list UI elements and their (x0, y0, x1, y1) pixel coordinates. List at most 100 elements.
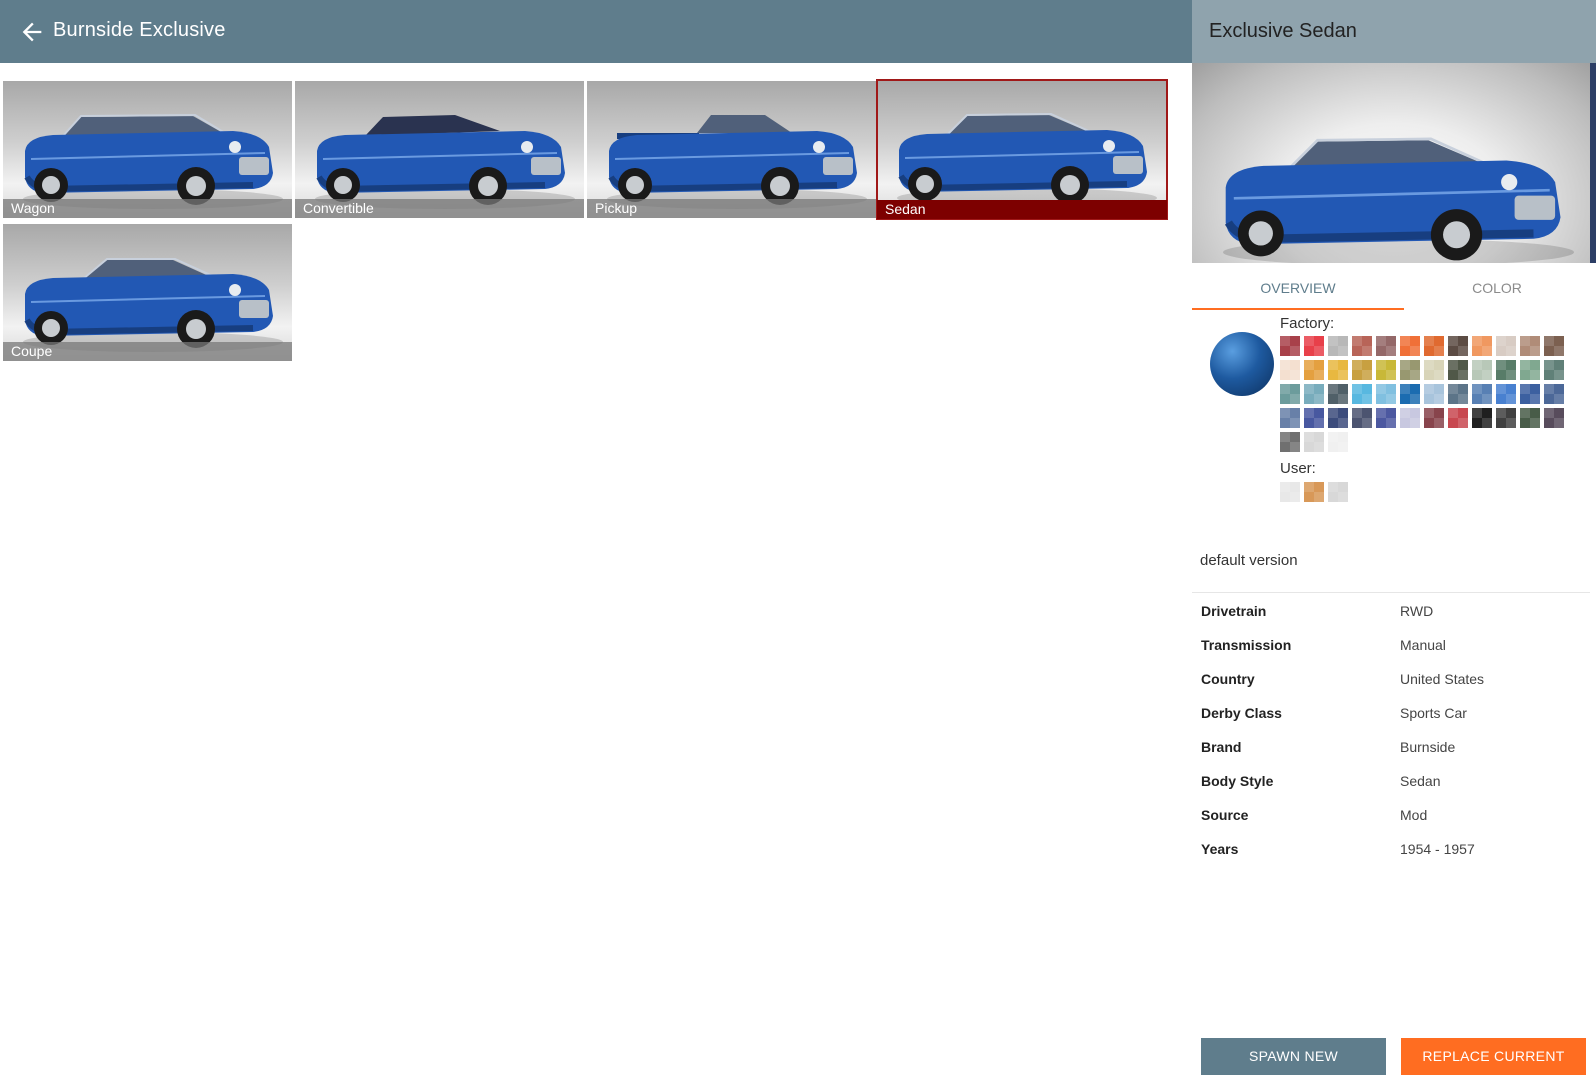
spec-value: Sedan (1400, 773, 1441, 789)
factory-color-swatch[interactable] (1328, 384, 1348, 404)
spec-row-transmission: Transmission Manual (1192, 628, 1590, 662)
factory-color-swatch[interactable] (1328, 432, 1348, 452)
spec-row-brand: Brand Burnside (1192, 730, 1590, 764)
factory-color-swatch[interactable] (1544, 384, 1564, 404)
factory-color-swatch[interactable] (1352, 384, 1372, 404)
config-label: Wagon (3, 199, 292, 218)
spec-row-years: Years 1954 - 1957 (1192, 832, 1590, 866)
factory-color-swatch[interactable] (1520, 360, 1540, 380)
factory-color-swatch[interactable] (1424, 336, 1444, 356)
factory-color-swatch[interactable] (1448, 360, 1468, 380)
factory-color-swatch[interactable] (1376, 408, 1396, 428)
factory-color-swatch[interactable] (1352, 408, 1372, 428)
factory-color-swatch[interactable] (1400, 360, 1420, 380)
factory-color-swatch[interactable] (1496, 408, 1516, 428)
user-color-grid (1280, 482, 1370, 502)
factory-color-swatch[interactable] (1520, 384, 1540, 404)
version-label: default version (1200, 552, 1298, 569)
factory-color-swatch[interactable] (1448, 408, 1468, 428)
spec-row-drivetrain: Drivetrain RWD (1192, 594, 1590, 628)
scrollbar[interactable] (1590, 63, 1596, 263)
factory-color-swatch[interactable] (1544, 360, 1564, 380)
factory-color-swatch[interactable] (1280, 336, 1300, 356)
detail-tabs: OVERVIEW COLOR (1192, 266, 1590, 310)
factory-color-swatch[interactable] (1520, 408, 1540, 428)
factory-color-swatch[interactable] (1352, 336, 1372, 356)
factory-color-swatch[interactable] (1400, 408, 1420, 428)
detail-header: Exclusive Sedan (1192, 0, 1596, 63)
factory-color-swatch[interactable] (1280, 408, 1300, 428)
factory-color-swatch[interactable] (1280, 384, 1300, 404)
spec-key: Derby Class (1201, 705, 1282, 721)
factory-color-swatch[interactable] (1376, 360, 1396, 380)
spec-value: 1954 - 1957 (1400, 841, 1475, 857)
user-colors-label: User: (1280, 460, 1316, 477)
config-tile-wagon[interactable]: Wagon (3, 81, 292, 218)
spec-row-source: Source Mod (1192, 798, 1590, 832)
factory-color-swatch[interactable] (1496, 384, 1516, 404)
factory-color-swatch[interactable] (1448, 384, 1468, 404)
factory-color-swatch[interactable] (1328, 408, 1348, 428)
car-thumbnail (23, 258, 283, 352)
factory-color-swatch[interactable] (1472, 336, 1492, 356)
user-color-swatch[interactable] (1304, 482, 1324, 502)
factory-color-swatch[interactable] (1280, 360, 1300, 380)
factory-color-swatch[interactable] (1376, 384, 1396, 404)
config-tile-coupe[interactable]: Coupe (3, 224, 292, 361)
replace-current-button[interactable]: REPLACE CURRENT (1401, 1038, 1586, 1075)
factory-color-swatch[interactable] (1304, 384, 1324, 404)
factory-color-swatch[interactable] (1520, 336, 1540, 356)
factory-color-swatch[interactable] (1400, 336, 1420, 356)
config-label: Sedan (877, 200, 1167, 219)
factory-color-swatch[interactable] (1424, 360, 1444, 380)
user-color-swatch[interactable] (1328, 482, 1348, 502)
config-tile-sedan[interactable]: Sedan (876, 79, 1168, 220)
user-color-swatch[interactable] (1280, 482, 1300, 502)
factory-color-swatch[interactable] (1376, 336, 1396, 356)
spec-value: Manual (1400, 637, 1446, 653)
detail-title: Exclusive Sedan (1209, 20, 1357, 42)
factory-color-swatch[interactable] (1280, 432, 1300, 452)
factory-color-swatch[interactable] (1352, 360, 1372, 380)
factory-color-swatch[interactable] (1304, 432, 1324, 452)
spec-key: Transmission (1201, 637, 1292, 653)
factory-color-swatch[interactable] (1424, 384, 1444, 404)
spec-row-country: Country United States (1192, 662, 1590, 696)
spec-value: Sports Car (1400, 705, 1467, 721)
tab-color[interactable]: COLOR (1391, 266, 1596, 310)
factory-color-swatch[interactable] (1304, 408, 1324, 428)
factory-color-swatch[interactable] (1472, 408, 1492, 428)
current-color-preview[interactable] (1210, 332, 1274, 396)
spec-row-derby-class: Derby Class Sports Car (1192, 696, 1590, 730)
factory-color-swatch[interactable] (1424, 408, 1444, 428)
config-label: Coupe (3, 342, 292, 361)
factory-color-swatch[interactable] (1544, 336, 1564, 356)
config-label: Pickup (587, 199, 876, 218)
tab-overview[interactable]: OVERVIEW (1192, 266, 1404, 310)
factory-color-swatch[interactable] (1496, 360, 1516, 380)
factory-color-swatch[interactable] (1496, 336, 1516, 356)
spawn-new-button[interactable]: SPAWN NEW (1201, 1038, 1386, 1075)
factory-color-swatch[interactable] (1328, 360, 1348, 380)
config-panel: Burnside Exclusive Wagon Convertible Pic… (0, 0, 1192, 1080)
config-tile-convertible[interactable]: Convertible (295, 81, 584, 218)
spec-key: Drivetrain (1201, 603, 1267, 619)
divider (1192, 592, 1590, 593)
spec-key: Years (1201, 841, 1239, 857)
factory-color-swatch[interactable] (1304, 360, 1324, 380)
factory-color-swatch[interactable] (1472, 360, 1492, 380)
factory-color-swatch[interactable] (1472, 384, 1492, 404)
factory-color-swatch[interactable] (1448, 336, 1468, 356)
back-arrow-icon[interactable] (18, 18, 46, 46)
vehicle-selector: Burnside Exclusive Wagon Convertible Pic… (0, 0, 1596, 1080)
spec-key: Brand (1201, 739, 1242, 755)
factory-color-swatch[interactable] (1544, 408, 1564, 428)
car-thumbnail (315, 115, 575, 209)
config-tile-pickup[interactable]: Pickup (587, 81, 876, 218)
factory-color-swatch[interactable] (1328, 336, 1348, 356)
car-thumbnail (607, 115, 867, 209)
factory-color-swatch[interactable] (1400, 384, 1420, 404)
factory-color-swatch[interactable] (1304, 336, 1324, 356)
spec-value: RWD (1400, 603, 1434, 619)
detail-panel: Exclusive Sedan OVERVIEW COLOR Factory: … (1192, 0, 1596, 1080)
